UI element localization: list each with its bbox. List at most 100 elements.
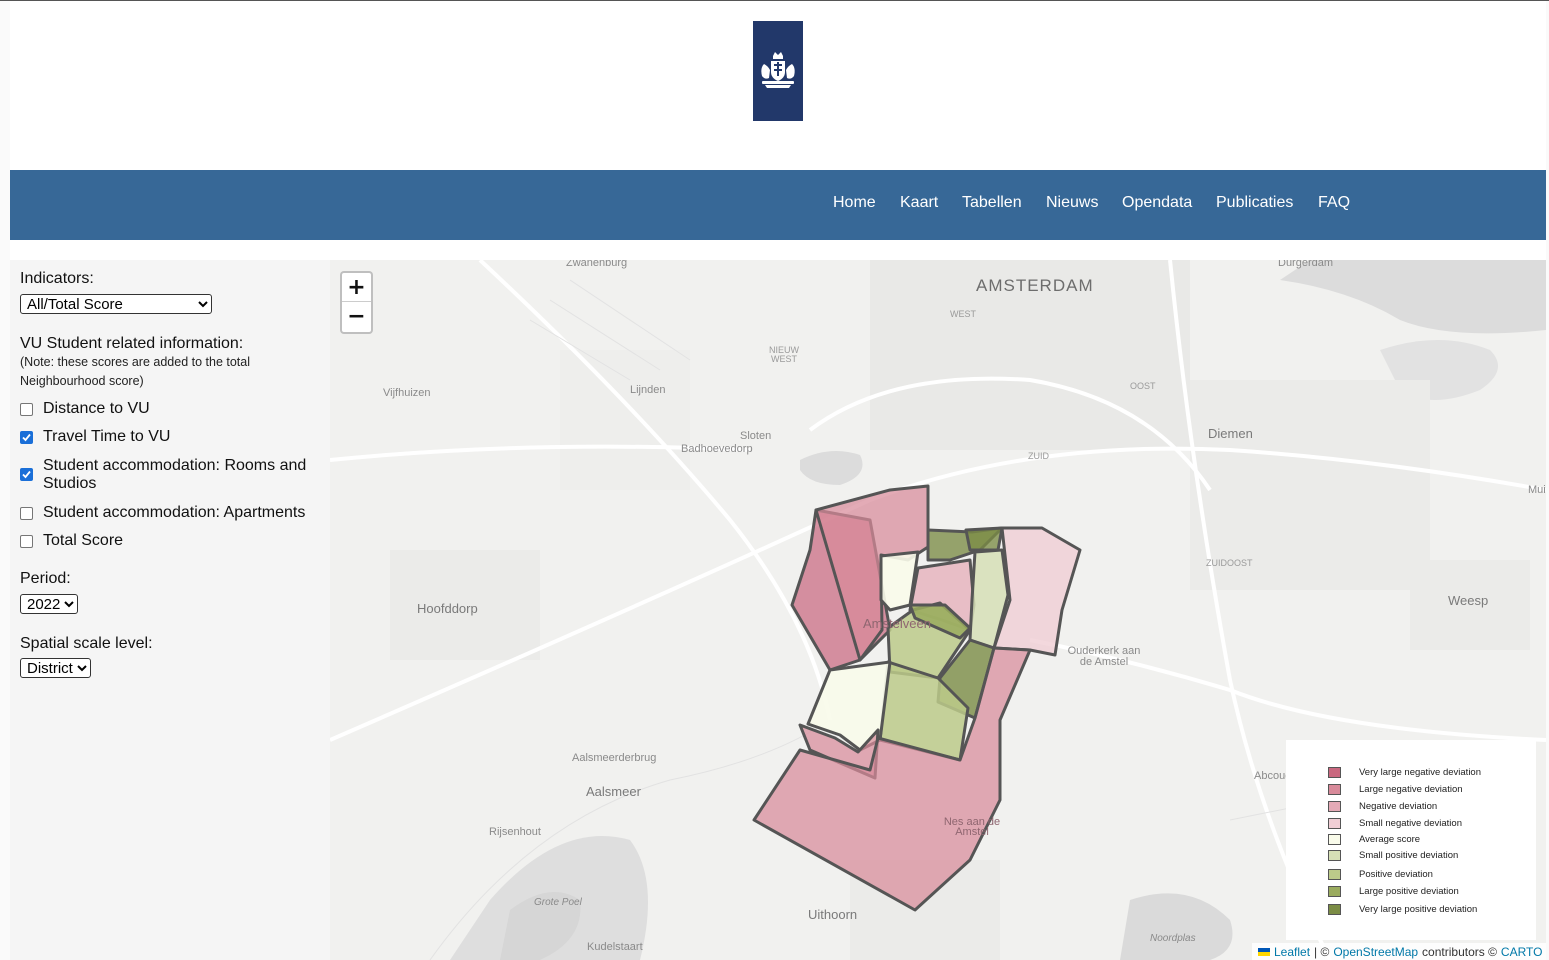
checkbox-box-checked[interactable] — [20, 468, 33, 481]
nav-opendata[interactable]: Opendata — [1122, 194, 1192, 212]
place-label: Kudelstaart — [587, 941, 643, 953]
checkbox-distance-to-vu[interactable]: Distance to VU — [20, 400, 313, 418]
place-label-city: AMSTERDAM — [976, 276, 1094, 295]
schiphol-area — [560, 350, 690, 490]
attribution-contributors: contributors © — [1422, 944, 1497, 959]
legend-item: Negative deviation — [1328, 800, 1437, 812]
place-label: Badhoevedorp — [681, 443, 753, 455]
legend-swatch — [1328, 868, 1341, 880]
legend-item: Small positive deviation — [1328, 849, 1458, 861]
indicators-select[interactable]: All/Total Score — [20, 294, 212, 314]
legend-swatch — [1328, 766, 1341, 778]
zoom-control: + − — [340, 271, 373, 334]
spatial-scale-label: Spatial scale level: — [20, 635, 153, 652]
checkbox-label: Distance to VU — [43, 400, 150, 417]
nav-nieuws[interactable]: Nieuws — [1046, 194, 1098, 212]
checkbox-label: Total Score — [43, 532, 124, 549]
legend-item: Very large negative deviation — [1328, 766, 1481, 778]
checkbox-label: Travel Time to VU — [43, 428, 171, 445]
place-label: Mui — [1528, 484, 1546, 496]
zoom-in-button[interactable]: + — [342, 273, 371, 302]
place-label: Ouderkerk aan de Amstel — [1067, 645, 1141, 668]
legend-swatch — [1328, 903, 1341, 915]
place-label: Weesp — [1448, 593, 1489, 608]
legend-item: Large negative deviation — [1328, 783, 1463, 795]
checkbox-total-score[interactable]: Total Score — [20, 532, 313, 550]
legend-item: Small negative deviation — [1328, 817, 1462, 829]
ij-water — [1280, 260, 1546, 334]
legend-label: Positive deviation — [1359, 868, 1433, 880]
carto-link[interactable]: CARTO — [1501, 945, 1543, 959]
place-label: Sloten — [740, 430, 772, 442]
government-logo[interactable] — [753, 21, 803, 121]
legend-label: Large positive deviation — [1359, 885, 1459, 897]
legend-swatch — [1328, 849, 1341, 861]
map-attribution: Leaflet | © OpenStreetMap contributors ©… — [1252, 943, 1546, 960]
openstreetmap-link[interactable]: OpenStreetMap — [1333, 945, 1418, 959]
spatial-scale-select[interactable]: District — [20, 658, 91, 678]
place-label: Amstelveen — [863, 616, 931, 631]
checkbox-box[interactable] — [20, 507, 33, 520]
attribution-separator: | © — [1314, 944, 1330, 959]
page-header — [10, 1, 1546, 170]
place-label: Rijsenhout — [489, 826, 541, 838]
nieuwe-meer-water — [800, 451, 863, 485]
place-label: Noordplas — [1150, 933, 1196, 944]
place-label: Nes aan de Amstel — [943, 816, 1001, 838]
filter-sidebar: Indicators: All/Total Score VU Student r… — [10, 260, 330, 960]
noordplas-water — [1120, 893, 1233, 960]
leaflet-link[interactable]: Leaflet — [1274, 945, 1310, 959]
place-label: Aalsmeerderbrug — [572, 752, 657, 764]
legend-item: Average score — [1328, 833, 1420, 845]
place-label: ZUIDOOST — [1206, 558, 1253, 568]
period-select[interactable]: 2022 — [20, 594, 78, 614]
nav-kaart[interactable]: Kaart — [900, 194, 938, 212]
legend-label: Small negative deviation — [1359, 817, 1462, 829]
nav-home[interactable]: Home — [833, 194, 876, 212]
place-label: ZUID — [1028, 451, 1049, 461]
checkbox-travel-time-to-vu[interactable]: Travel Time to VU — [20, 428, 313, 446]
place-label: Lijnden — [630, 384, 666, 396]
ukraine-flag-icon — [1258, 947, 1270, 956]
legend-swatch — [1328, 885, 1341, 897]
checkmark-icon — [22, 470, 31, 479]
legend-label: Negative deviation — [1359, 800, 1438, 812]
checkbox-box[interactable] — [20, 403, 33, 416]
legend-swatch — [1328, 800, 1341, 812]
legend-label: Very large negative deviation — [1359, 766, 1481, 778]
checkbox-rooms-and-studios[interactable]: Student accommodation: Rooms and Studios — [20, 457, 313, 493]
zoom-out-button[interactable]: − — [342, 302, 371, 331]
indicators-label: Indicators: — [20, 270, 94, 287]
place-label: Diemen — [1208, 426, 1253, 441]
place-label: OOST — [1130, 381, 1156, 391]
place-label: Hoofddorp — [417, 601, 478, 616]
period-label: Period: — [20, 570, 71, 587]
map-view[interactable]: Zwanenburg AMSTERDAM Durgerdam WEST NIEU… — [330, 260, 1546, 960]
place-label: Durgerdam — [1278, 260, 1334, 269]
legend-item: Positive deviation — [1328, 868, 1433, 880]
nav-faq[interactable]: FAQ — [1318, 194, 1350, 212]
nav-tabellen[interactable]: Tabellen — [962, 194, 1022, 212]
place-label: Vijfhuizen — [383, 387, 431, 399]
district-top-very-positive-b[interactable] — [964, 526, 1004, 552]
legend-label: Large negative deviation — [1359, 783, 1463, 795]
nav-publicaties[interactable]: Publicaties — [1216, 194, 1293, 212]
map-legend: Very large negative deviation Large negat… — [1286, 740, 1536, 940]
checkmark-icon — [22, 433, 31, 442]
legend-item: Very large positive deviation — [1328, 903, 1477, 915]
place-label: WEST — [950, 309, 976, 319]
checkbox-box-checked[interactable] — [20, 431, 33, 444]
checkbox-box[interactable] — [20, 535, 33, 548]
checkbox-label: Student accommodation: Apartments — [43, 504, 306, 521]
place-label: Zwanenburg — [566, 260, 628, 269]
place-label: NIEUW WEST — [769, 345, 799, 364]
district-polygons — [752, 484, 1082, 912]
legend-swatch — [1328, 833, 1341, 845]
checkbox-apartments[interactable]: Student accommodation: Apartments — [20, 504, 313, 522]
vu-info-heading: VU Student related information: — [20, 335, 244, 352]
main-navigation: Home Kaart Tabellen Nieuws Opendata Publ… — [10, 170, 1546, 240]
legend-swatch — [1328, 817, 1341, 829]
legend-label: Very large positive deviation — [1359, 903, 1478, 915]
checkbox-label: Student accommodation: Rooms and Studios — [43, 457, 307, 492]
legend-item: Large positive deviation — [1328, 885, 1459, 897]
